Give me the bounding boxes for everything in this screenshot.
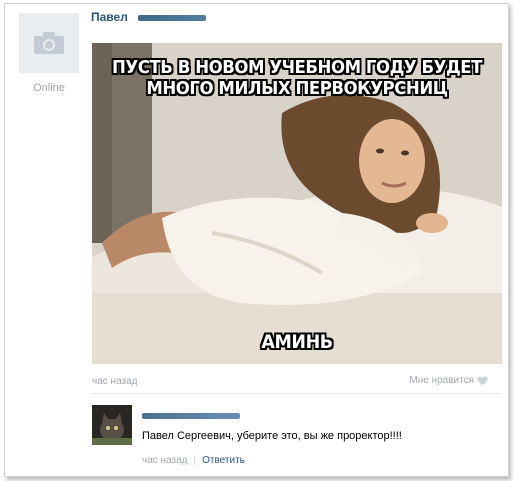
commenter-avatar[interactable] bbox=[92, 405, 132, 445]
reply-link[interactable]: Ответить bbox=[202, 455, 245, 466]
post-timestamp-link[interactable]: час назад bbox=[92, 376, 138, 387]
author-avatar-placeholder[interactable] bbox=[19, 13, 79, 73]
heart-icon bbox=[477, 376, 488, 385]
comment-meta: час назад | Ответить bbox=[142, 455, 245, 466]
like-label: Мне нравится bbox=[409, 375, 474, 386]
comment-timestamp-link[interactable]: час назад bbox=[142, 455, 188, 466]
comments-divider bbox=[92, 393, 502, 394]
meme-caption-bottom: АМИНЬ bbox=[261, 331, 333, 353]
meme-caption-line-2: МНОГО МИЛЫХ ПЕРВОКУРСНИЦ bbox=[146, 78, 448, 99]
author-name-link[interactable]: Павел bbox=[91, 10, 128, 24]
post-image-meme[interactable]: ПУСТЬ В НОВОМ УЧЕБНОМ ГОДУ БУДЕТ МНОГО М… bbox=[92, 43, 502, 364]
online-status: Online bbox=[33, 82, 65, 94]
meme-caption-line-1: ПУСТЬ В НОВОМ УЧЕБНОМ ГОДУ БУДЕТ bbox=[112, 57, 482, 78]
meme-caption-top: ПУСТЬ В НОВОМ УЧЕБНОМ ГОДУ БУДЕТ МНОГО М… bbox=[108, 57, 485, 99]
comment-text: Павел Сергеевич, уберите это, вы же прор… bbox=[142, 430, 402, 442]
camera-icon bbox=[34, 32, 64, 54]
redacted-commenter-name bbox=[142, 413, 240, 419]
cat-photo-avatar bbox=[92, 405, 132, 445]
redacted-surname bbox=[138, 15, 206, 21]
meta-separator: | bbox=[193, 455, 197, 466]
like-button[interactable]: Мне нравится bbox=[409, 375, 488, 386]
wall-post: Online Павел ПУСТЬ В НОВОМ УЧЕБНОМ ГОДУ … bbox=[4, 3, 509, 477]
